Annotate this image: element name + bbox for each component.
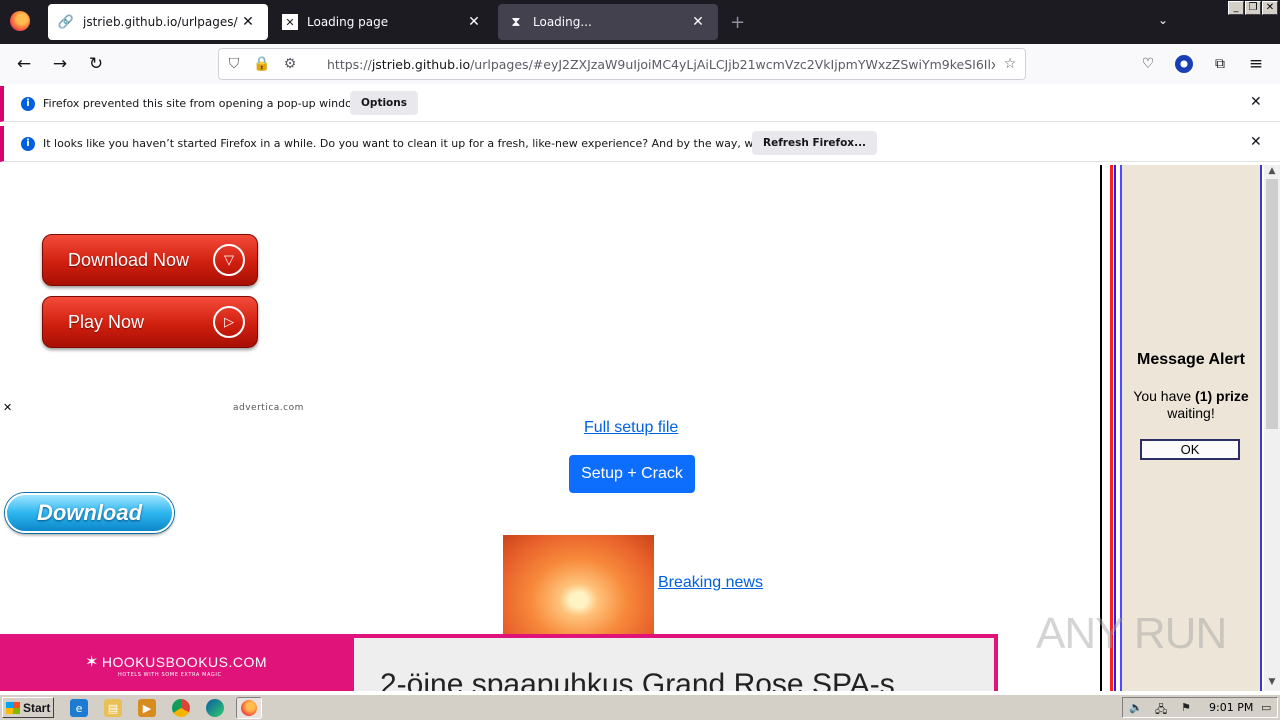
- file-explorer-icon[interactable]: ▤: [104, 699, 122, 717]
- tab-title: Loading...: [533, 15, 592, 29]
- account-icon[interactable]: [1172, 52, 1196, 76]
- vertical-scrollbar[interactable]: ▲ ▼: [1264, 165, 1280, 691]
- full-setup-link[interactable]: Full setup file: [584, 419, 678, 437]
- url-host: jstrieb.github.io: [371, 57, 471, 72]
- tab-list-chevron-icon[interactable]: ⌄: [1158, 13, 1168, 27]
- notification-message: Firefox prevented this site from opening…: [43, 97, 364, 110]
- hookusbookus-logo: ✶ HOOKUSBOOKUS.COM: [85, 652, 267, 672]
- banner-headline: 2-öine spaapuhkus Grand Rose SPA-s: [380, 668, 895, 691]
- pocket-icon[interactable]: ♡: [1136, 52, 1160, 76]
- tab-strip: 🔗 jstrieb.github.io/urlpages/#eyJ2Z ✕ ✕ …: [0, 0, 1280, 44]
- close-tab-icon[interactable]: ✕: [688, 12, 708, 32]
- x-logo-icon: ✕: [282, 14, 298, 30]
- url-scheme: https://: [327, 57, 372, 72]
- notification-message: It looks like you haven’t started Firefo…: [43, 137, 828, 150]
- download-now-button[interactable]: Download Now ▽: [42, 234, 258, 286]
- chrome-icon[interactable]: [172, 699, 190, 717]
- permissions-icon[interactable]: ⚙: [281, 55, 299, 73]
- windows-taskbar: Start e ▤ ▶ 🔈 🖧 ⚑ 9:01 PM ▭: [0, 694, 1280, 720]
- lock-icon[interactable]: 🔒: [253, 55, 271, 73]
- start-label: Start: [23, 700, 51, 715]
- windows-flag-icon: [6, 701, 20, 714]
- restore-button[interactable]: ❐: [1245, 1, 1261, 15]
- banner-brand: HOOKUSBOOKUS.COM: [101, 654, 268, 670]
- info-icon: i: [21, 137, 35, 151]
- network-icon[interactable]: 🖧: [1155, 701, 1167, 720]
- reload-icon[interactable]: ↻: [84, 52, 108, 76]
- hourglass-icon: ⧗: [511, 14, 521, 30]
- scrollbar-thumb[interactable]: [1266, 179, 1278, 429]
- banner-headline-panel: 2-öine spaapuhkus Grand Rose SPA-s: [354, 638, 994, 691]
- options-button[interactable]: Options: [350, 91, 418, 115]
- popup-blocked-notification: i Firefox prevented this site from openi…: [0, 86, 1280, 122]
- menu-icon[interactable]: ≡: [1244, 52, 1268, 76]
- extensions-icon[interactable]: ⧉: [1208, 52, 1232, 76]
- forward-arrow-icon[interactable]: →: [48, 52, 72, 76]
- new-tab-icon[interactable]: +: [730, 12, 745, 33]
- breaking-news-image[interactable]: [503, 535, 654, 635]
- alert-body: You have (1) prize waiting!: [1122, 388, 1260, 422]
- ad-source-label: advertica.com: [233, 403, 304, 413]
- scroll-down-arrow-icon[interactable]: ▼: [1266, 677, 1278, 687]
- alert-body-prefix: You have: [1133, 388, 1192, 404]
- alert-ok-button[interactable]: OK: [1140, 439, 1240, 460]
- play-icon: ▷: [213, 306, 245, 338]
- edge-icon[interactable]: [206, 699, 224, 717]
- breaking-news-link[interactable]: Breaking news: [658, 574, 763, 592]
- alert-body-suffix: waiting!: [1167, 405, 1215, 421]
- firefox-logo-icon[interactable]: [10, 11, 30, 31]
- start-button[interactable]: Start: [2, 697, 54, 718]
- tab-loading[interactable]: ⧗ Loading... ✕: [498, 4, 718, 40]
- show-desktop-icon[interactable]: ▭: [1261, 701, 1271, 714]
- firefox-taskbar-button[interactable]: [236, 697, 262, 719]
- banner-tagline: HOTELS WITH SOME EXTRA MAGIC: [118, 672, 222, 678]
- url-bar[interactable]: ⛉ 🔒 ⚙ https://jstrieb.github.io/urlpages…: [218, 48, 1026, 80]
- back-arrow-icon[interactable]: ←: [12, 52, 36, 76]
- url-path: /urlpages/#eyJ2ZXJzaW9uIjoiMC4yLjAiLCJjb…: [470, 57, 995, 72]
- system-tray: 🔈 🖧 ⚑ 9:01 PM ▭: [1122, 697, 1278, 718]
- download-button[interactable]: Download: [5, 493, 174, 533]
- close-tab-icon[interactable]: ✕: [238, 12, 258, 32]
- clock[interactable]: 9:01 PM: [1209, 701, 1253, 714]
- firefox-icon: [241, 700, 257, 716]
- alert-body-bold: (1) prize: [1195, 388, 1249, 404]
- internet-explorer-icon[interactable]: e: [70, 699, 88, 717]
- ad-close-icon[interactable]: ✕: [3, 401, 12, 414]
- scroll-up-arrow-icon[interactable]: ▲: [1266, 166, 1278, 176]
- volume-icon[interactable]: 🔈: [1129, 701, 1143, 714]
- close-tab-icon[interactable]: ✕: [464, 12, 484, 32]
- close-icon[interactable]: ✕: [1250, 94, 1262, 110]
- anyrun-watermark: ANY RUN: [1036, 609, 1227, 658]
- minimize-button[interactable]: _: [1228, 1, 1244, 15]
- close-icon[interactable]: ✕: [1250, 134, 1262, 150]
- alert-title: Message Alert: [1137, 351, 1245, 368]
- setup-crack-button[interactable]: Setup + Crack: [569, 455, 695, 493]
- refresh-firefox-notification: i It looks like you haven’t started Fire…: [0, 126, 1280, 162]
- play-now-button[interactable]: Play Now ▷: [42, 296, 258, 348]
- shield-icon[interactable]: ⛉: [225, 55, 243, 73]
- url-text[interactable]: https://jstrieb.github.io/urlpages/#eyJ2…: [327, 57, 995, 72]
- tab-jstrieb[interactable]: 🔗 jstrieb.github.io/urlpages/#eyJ2Z ✕: [48, 4, 268, 40]
- triangle-down-icon: ▽: [213, 244, 245, 276]
- star-logo-icon: ✶: [85, 654, 99, 671]
- action-center-flag-icon[interactable]: ⚑: [1181, 701, 1191, 714]
- tab-title: Loading page: [307, 15, 389, 29]
- link-icon: 🔗: [57, 14, 75, 30]
- hotel-ad-banner[interactable]: ✶ HOOKUSBOOKUS.COM HOTELS WITH SOME EXTRA…: [0, 634, 998, 691]
- navigation-toolbar: ← → ↻ ⛉ 🔒 ⚙ https://jstrieb.github.io/ur…: [0, 44, 1280, 84]
- tab-loading-page[interactable]: ✕ Loading page ✕: [272, 4, 494, 40]
- tab-title: jstrieb.github.io/urlpages/#eyJ2Z: [83, 15, 238, 29]
- download-now-label: Download Now: [68, 249, 190, 270]
- bookmark-star-icon[interactable]: ☆: [1001, 55, 1019, 73]
- refresh-firefox-button[interactable]: Refresh Firefox...: [752, 131, 878, 155]
- info-icon: i: [21, 97, 35, 111]
- close-window-button[interactable]: ✕: [1262, 1, 1278, 15]
- page-content: Download Now ▽ Play Now ▷ ✕ advertica.co…: [0, 165, 1280, 691]
- play-now-label: Play Now: [68, 311, 145, 332]
- media-player-icon[interactable]: ▶: [138, 699, 156, 717]
